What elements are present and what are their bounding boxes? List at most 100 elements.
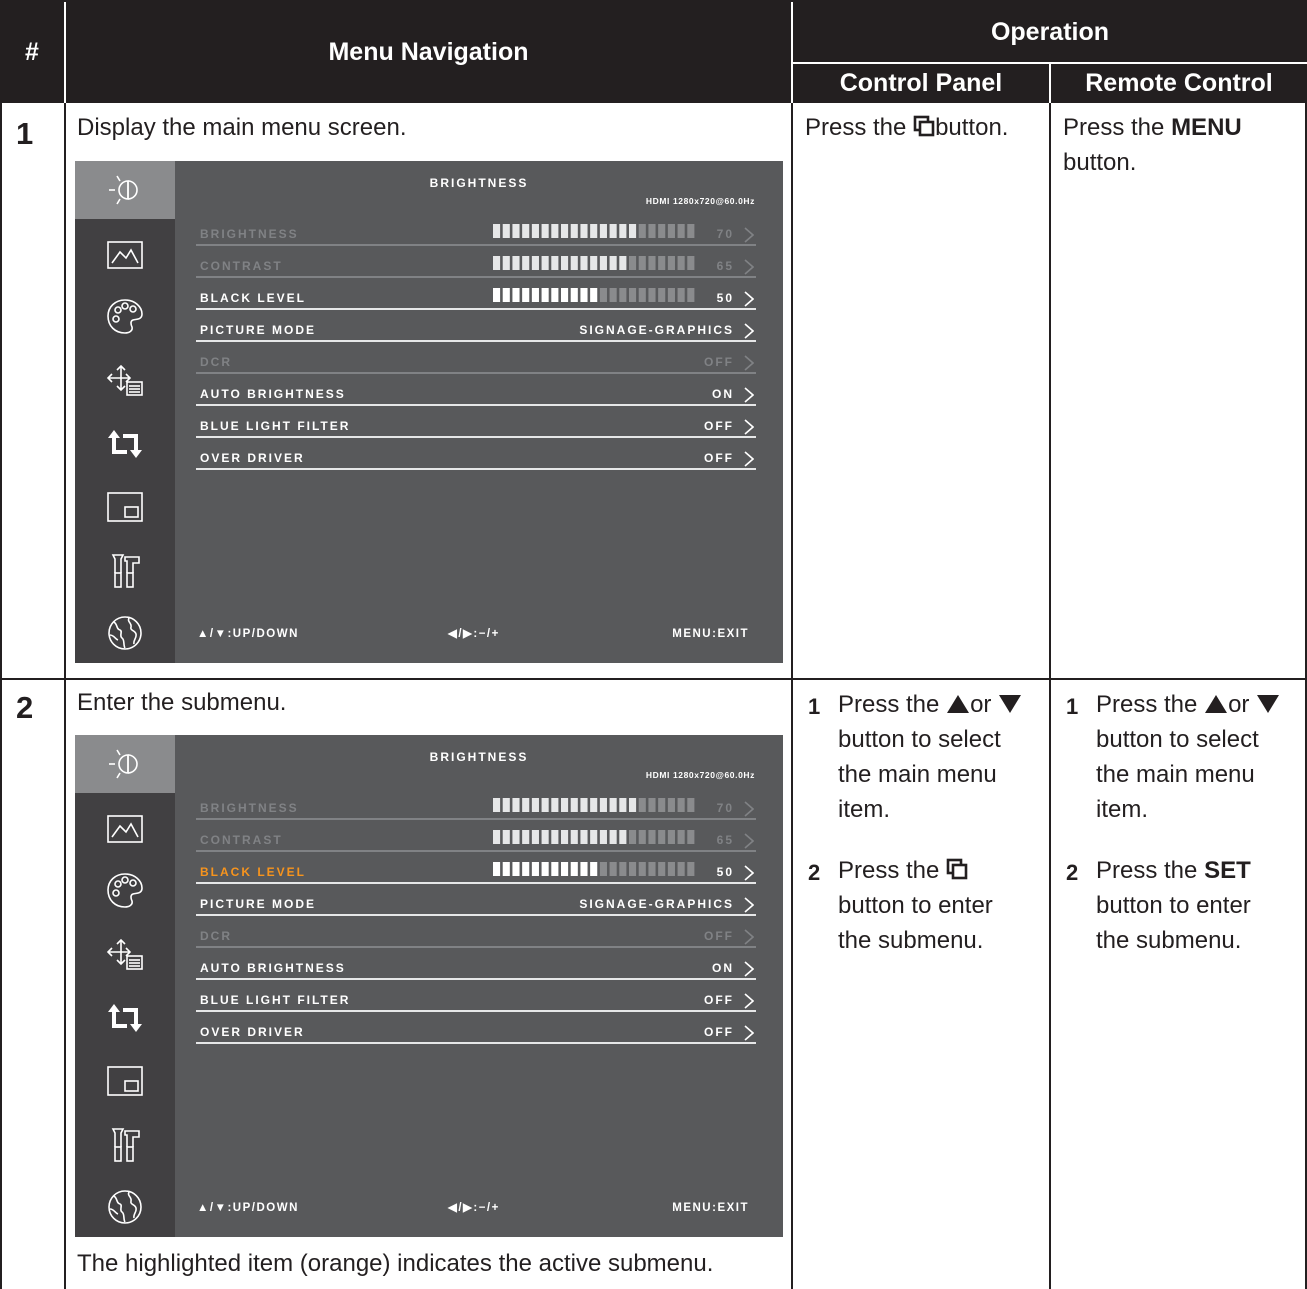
down-arrow-icon [999, 695, 1022, 713]
osd-item-value: OFF [704, 355, 734, 369]
image-icon[interactable] [105, 235, 145, 275]
bar-segment [522, 288, 530, 302]
chevron-right-icon [744, 833, 755, 849]
osd-menu-item[interactable]: CONTRAST 65 [196, 821, 756, 852]
osd-item-label: BLUE LIGHT FILTER [200, 419, 351, 433]
bar-segment [609, 224, 617, 238]
chevron-right-icon [744, 291, 755, 307]
bar-segment [493, 288, 501, 302]
input-switch-icon[interactable] [105, 424, 145, 464]
osd-item-underline [196, 914, 756, 916]
bar-segment [502, 798, 510, 812]
osd-menu-item[interactable]: BLUE LIGHT FILTER OFF [196, 981, 756, 1012]
image-icon[interactable] [105, 809, 145, 849]
header-operation: Operation [793, 2, 1307, 62]
osd-item-underline [196, 818, 756, 820]
osd-menu-item[interactable]: AUTO BRIGHTNESS ON [196, 949, 756, 980]
osd-item-value: OFF [704, 419, 734, 433]
osd-menu-item[interactable]: PICTURE MODE SIGNAGE-GRAPHICS [196, 311, 756, 342]
osd-menu-item[interactable]: AUTO BRIGHTNESS ON [196, 375, 756, 406]
bar-segment [687, 830, 695, 844]
osd-item-value: ON [712, 961, 734, 975]
osd-footer-exit: MENU:EXIT [672, 1202, 749, 1214]
bar-segment [512, 256, 520, 270]
osd-menu-item[interactable]: OVER DRIVER OFF [196, 1013, 756, 1044]
osd-menu-item[interactable]: BLACK LEVEL 50 [196, 279, 756, 310]
osd-menu-item[interactable]: BLACK LEVEL 50 [196, 853, 756, 884]
row-separator [0, 678, 1307, 680]
bar-segment [561, 830, 569, 844]
bar-segment [648, 288, 656, 302]
bar-segment [599, 830, 607, 844]
osd-level-bar [492, 862, 696, 876]
bar-segment [493, 830, 501, 844]
row-number: 1 [16, 116, 34, 151]
set-key-label: SET [1204, 857, 1251, 884]
chevron-right-icon [744, 929, 755, 945]
position-icon[interactable] [105, 934, 145, 974]
bar-segment [551, 256, 559, 270]
up-arrow-icon [947, 695, 970, 713]
bar-segment [687, 224, 695, 238]
bar-segment [687, 862, 695, 876]
bar-segment [599, 862, 607, 876]
row-description: Display the main menu screen. [77, 114, 407, 141]
bar-segment [667, 862, 675, 876]
bar-segment [667, 256, 675, 270]
osd-menu-item[interactable]: BLUE LIGHT FILTER OFF [196, 407, 756, 438]
osd-item-value: OFF [704, 1025, 734, 1039]
bar-segment [677, 256, 685, 270]
table-border [64, 103, 66, 1289]
bar-segment [609, 256, 617, 270]
bar-segment [629, 798, 637, 812]
osd-menu-item[interactable]: DCR OFF [196, 343, 756, 374]
osd-menu-item[interactable]: BRIGHTNESS 70 [196, 215, 756, 246]
pip-icon[interactable] [105, 487, 145, 527]
brightness-icon[interactable] [105, 170, 145, 210]
bar-segment [658, 288, 666, 302]
bar-segment [531, 288, 539, 302]
bar-segment [638, 224, 646, 238]
color-palette-icon[interactable] [105, 870, 145, 910]
globe-icon[interactable] [105, 613, 145, 653]
bar-segment [599, 224, 607, 238]
osd-menu-item[interactable]: CONTRAST 65 [196, 247, 756, 278]
header-hash: # [0, 2, 64, 103]
up-arrow-icon [1205, 695, 1228, 713]
osd-item-value: OFF [704, 451, 734, 465]
bar-segment [551, 798, 559, 812]
bar-segment [512, 830, 520, 844]
color-palette-icon[interactable] [105, 296, 145, 336]
osd-source-info: HDMI 1280x720@60.0Hz [645, 196, 755, 206]
bar-segment [541, 830, 549, 844]
bar-segment [687, 256, 695, 270]
input-switch-icon[interactable] [105, 998, 145, 1038]
osd-item-label: AUTO BRIGHTNESS [200, 387, 346, 401]
osd-menu-item[interactable]: OVER DRIVER OFF [196, 439, 756, 470]
bar-segment [619, 288, 627, 302]
pip-icon[interactable] [105, 1061, 145, 1101]
osd-menu-item[interactable]: DCR OFF [196, 917, 756, 948]
brightness-icon[interactable] [105, 744, 145, 784]
row-note: The highlighted item (orange) indicates … [77, 1250, 714, 1277]
tools-icon[interactable] [105, 1125, 145, 1165]
header-divider [1049, 64, 1051, 103]
osd-item-label: DCR [200, 355, 232, 369]
bar-segment [648, 798, 656, 812]
remote-instruction: Press the MENU button. [1063, 114, 1242, 176]
osd-item-label: BLACK LEVEL [200, 291, 306, 305]
osd-item-underline [196, 436, 756, 438]
tools-icon[interactable] [105, 551, 145, 591]
osd-item-label: BRIGHTNESS [200, 227, 299, 241]
osd-menu-item[interactable]: PICTURE MODE SIGNAGE-GRAPHICS [196, 885, 756, 916]
globe-icon[interactable] [105, 1187, 145, 1227]
osd-item-underline [196, 1010, 756, 1012]
osd-menu-item[interactable]: BRIGHTNESS 70 [196, 789, 756, 820]
osd-footer-exit: MENU:EXIT [672, 628, 749, 640]
osd-item-value: SIGNAGE-GRAPHICS [579, 897, 734, 911]
osd-item-label: PICTURE MODE [200, 897, 317, 911]
osd-item-label: CONTRAST [200, 259, 283, 273]
position-icon[interactable] [105, 360, 145, 400]
bar-segment [531, 830, 539, 844]
bar-segment [502, 862, 510, 876]
